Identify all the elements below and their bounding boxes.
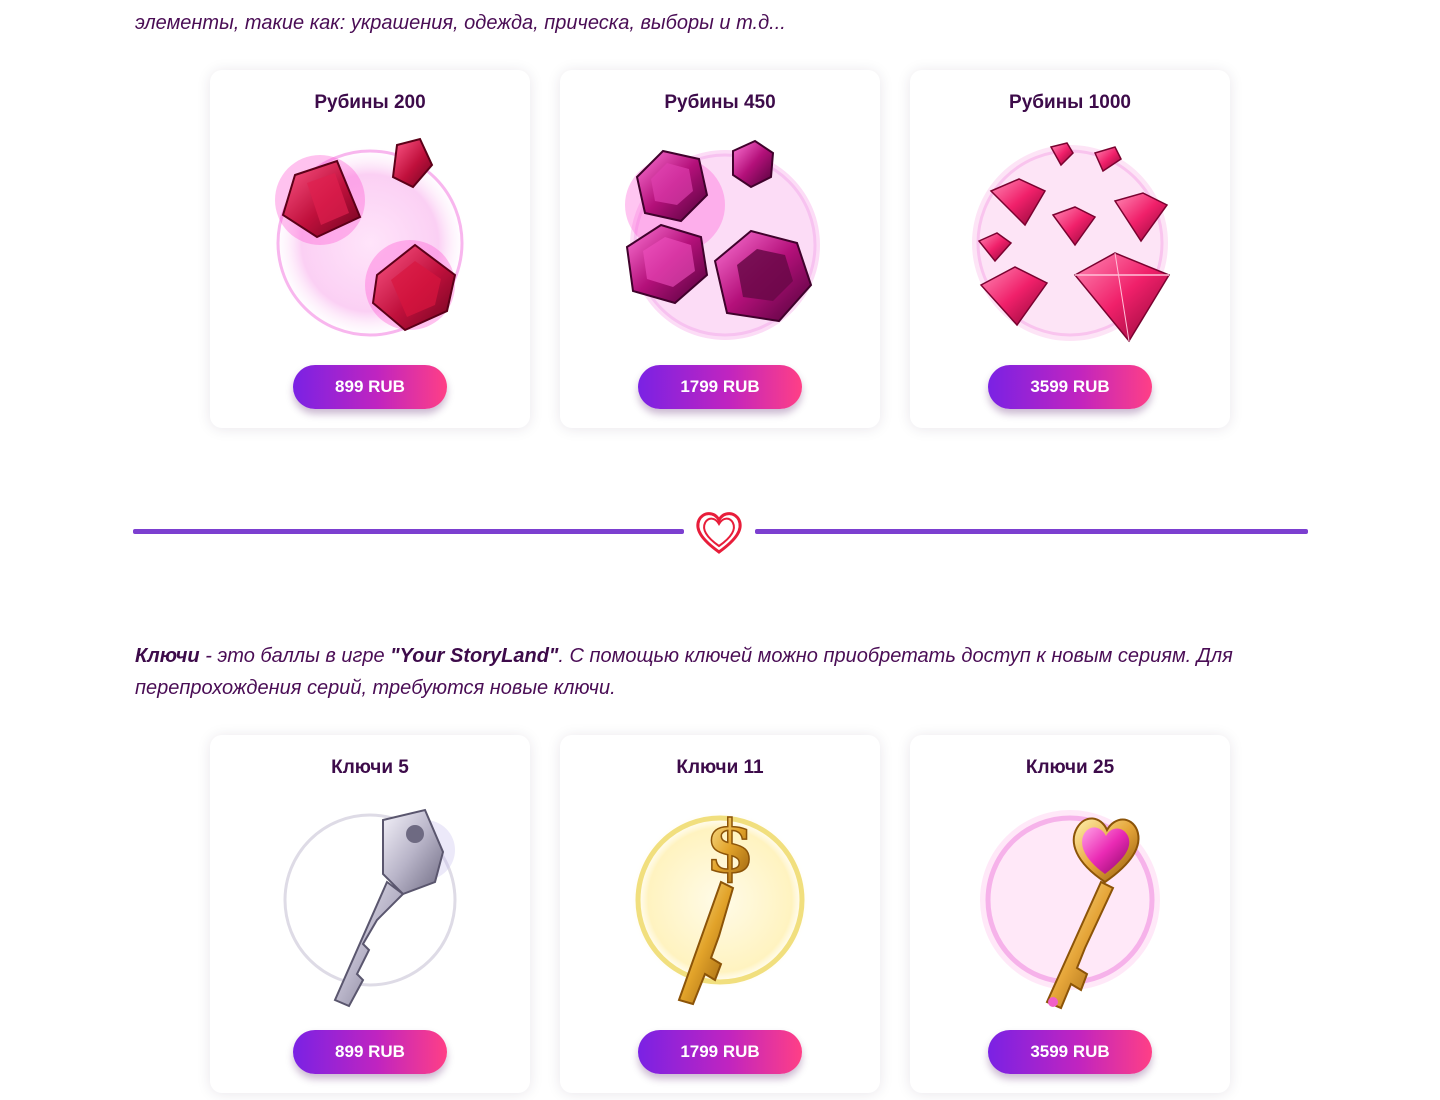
keys-description-part1: - это баллы в игре — [199, 645, 391, 667]
keys-product-grid: Ключи 5 899 RUB Ключи 11 $ 1799 RUB Ключ… — [210, 735, 1230, 1095]
buy-button[interactable]: 899 RUB — [293, 365, 447, 409]
svg-text:$: $ — [705, 804, 755, 889]
keys-description: Ключи - это баллы в игре "Your StoryLand… — [135, 640, 1305, 704]
buy-button[interactable]: 899 RUB — [293, 1030, 447, 1074]
rubies-product-grid: Рубины 200 899 RUB Рубины 450 1799 RUB Р… — [210, 70, 1230, 430]
product-title: Рубины 200 — [314, 92, 426, 113]
silver-key-icon — [283, 808, 457, 1008]
ruby-crystals-icon — [272, 137, 468, 341]
buy-button[interactable]: 3599 RUB — [988, 365, 1152, 409]
divider-line — [133, 529, 684, 534]
hexagon-rubies-icon — [625, 139, 820, 340]
product-title: Ключи 11 — [676, 757, 764, 778]
game-name: "Your StoryLand" — [390, 645, 559, 667]
buy-button[interactable]: 1799 RUB — [638, 365, 802, 409]
product-card-rubies-450: Рубины 450 1799 RUB — [560, 70, 880, 428]
keys-term: Ключи — [135, 645, 200, 667]
product-card-keys-25: Ключи 25 3599 RUB — [910, 735, 1230, 1093]
product-card-keys-5: Ключи 5 899 RUB — [210, 735, 530, 1093]
buy-button[interactable]: 1799 RUB — [638, 1030, 802, 1074]
product-card-rubies-200: Рубины 200 899 RUB — [210, 70, 530, 428]
heart-icon — [696, 512, 742, 554]
product-title: Ключи 5 — [331, 757, 409, 778]
section-divider — [133, 505, 1308, 561]
gold-dollar-key-icon: $ — [630, 803, 810, 1006]
product-card-rubies-1000: Рубины 1000 3599 RUB — [910, 70, 1230, 428]
product-card-keys-11: Ключи 11 $ 1799 RUB — [560, 735, 880, 1093]
heart-gem-key-icon — [980, 810, 1160, 1010]
product-title: Рубины 450 — [664, 92, 776, 113]
intro-text-tail: элементы, такие как: украшения, одежда, … — [135, 12, 786, 34]
product-title: Рубины 1000 — [1009, 92, 1131, 113]
diamond-rubies-icon — [972, 142, 1171, 343]
product-title: Ключи 25 — [1025, 757, 1115, 778]
divider-line — [755, 529, 1308, 534]
buy-button[interactable]: 3599 RUB — [988, 1030, 1152, 1074]
